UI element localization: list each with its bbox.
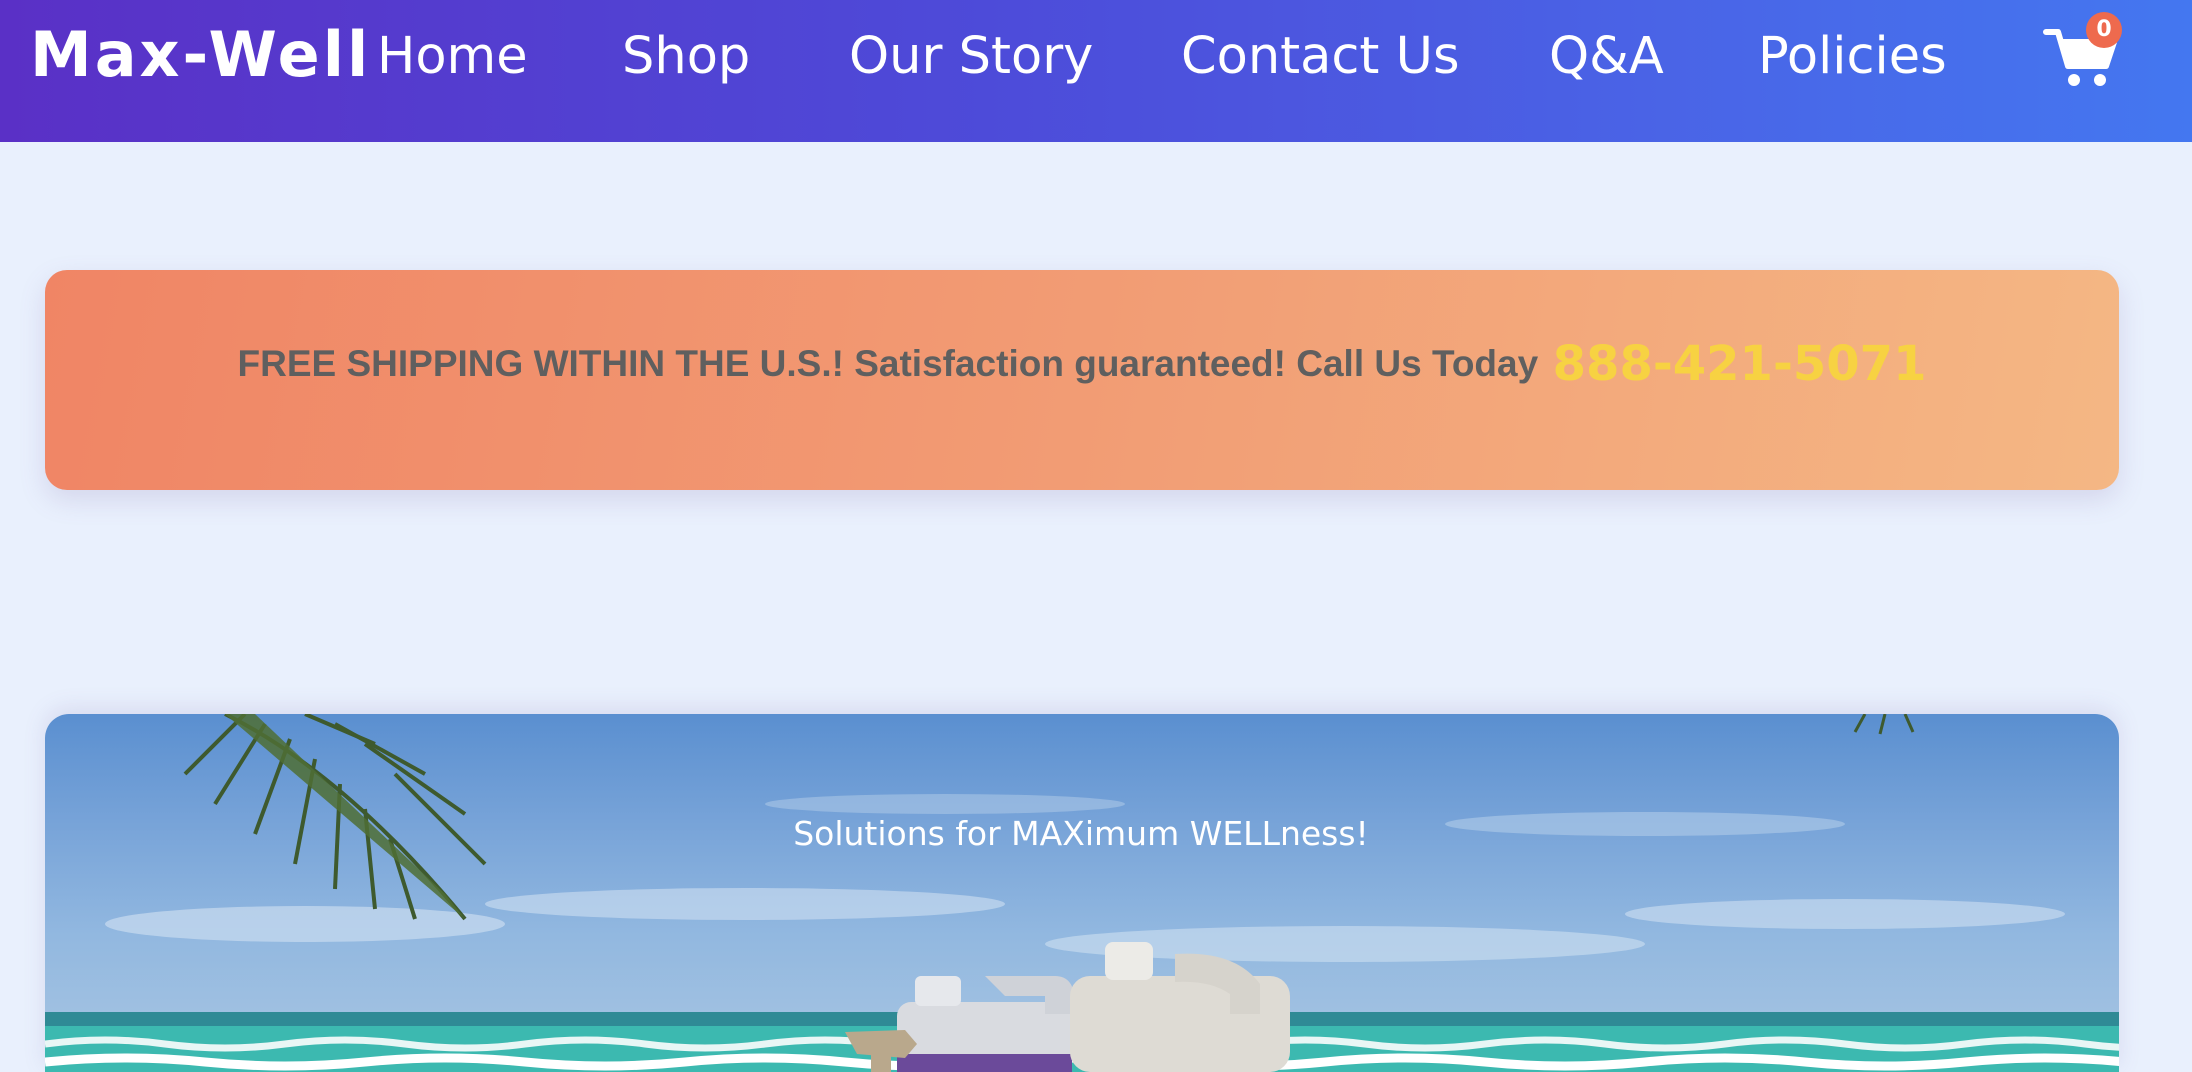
top-navbar: Max-Well Home Shop Our Story Contact Us … bbox=[0, 0, 2192, 142]
nav-link-contact-us[interactable]: Contact Us bbox=[1181, 26, 1460, 88]
promo-banner: FREE SHIPPING WITHIN THE U.S.! Satisfact… bbox=[45, 270, 2119, 490]
cart-count-badge: 0 bbox=[2086, 12, 2122, 48]
promo-text-row: FREE SHIPPING WITHIN THE U.S.! Satisfact… bbox=[45, 336, 2119, 392]
brand-logo[interactable]: Max-Well bbox=[30, 20, 371, 90]
promo-phone-link[interactable]: 888-421-5071 bbox=[1553, 336, 1927, 392]
nav-link-policies[interactable]: Policies bbox=[1758, 26, 1947, 88]
hero-beach-scene bbox=[45, 714, 2119, 1072]
nav-link-our-story[interactable]: Our Story bbox=[849, 26, 1093, 88]
nav-link-shop[interactable]: Shop bbox=[622, 26, 750, 88]
promo-message: FREE SHIPPING WITHIN THE U.S.! Satisfact… bbox=[237, 343, 1539, 384]
hero-banner: Solutions for MAXimum WELLness! bbox=[45, 714, 2119, 1072]
nav-link-home[interactable]: Home bbox=[377, 26, 528, 88]
nav-link-qa[interactable]: Q&A bbox=[1549, 26, 1664, 88]
hero-tagline: Solutions for MAXimum WELLness! bbox=[793, 814, 1369, 853]
